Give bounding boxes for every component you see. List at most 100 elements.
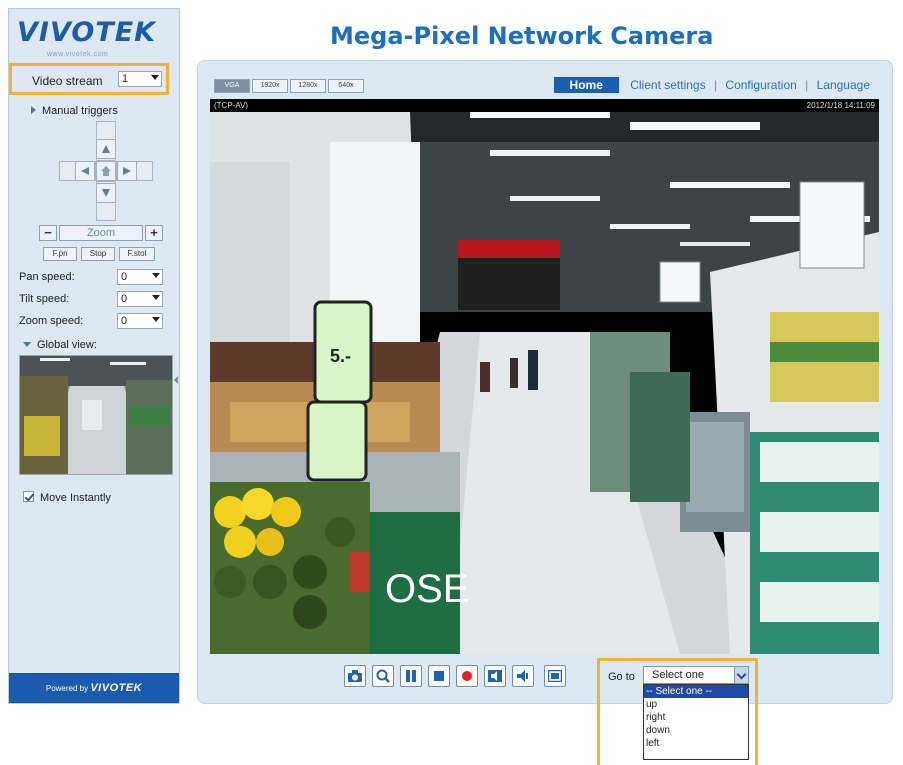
- record-icon: [462, 671, 472, 681]
- nav-configuration[interactable]: Configuration: [725, 78, 796, 92]
- zoom-label: Zoom: [59, 225, 143, 241]
- pan-left-button[interactable]: [75, 161, 95, 181]
- nav-home[interactable]: Home: [553, 77, 619, 93]
- powered-brand-logo: VIVOTEK: [90, 682, 143, 694]
- move-instantly-checkbox[interactable]: [23, 491, 34, 502]
- tilt-speed-value: 0: [121, 293, 128, 305]
- zoom-speed-select[interactable]: 0: [117, 313, 163, 329]
- snapshot-icon: [348, 670, 362, 682]
- mute-icon: [517, 670, 528, 682]
- svg-text:OSE: OSE: [385, 567, 469, 611]
- zoom-out-button[interactable]: −: [39, 225, 57, 241]
- global-view-toggle[interactable]: Global view:: [23, 339, 97, 351]
- camera-web-ui: VIVOTEK www.vivotek.com Video stream 1 M…: [0, 0, 903, 765]
- chevron-down-icon: [152, 273, 160, 278]
- video-stream-value: 1: [122, 73, 129, 85]
- zoom-control: − Zoom +: [39, 225, 165, 241]
- mute-button[interactable]: [512, 665, 534, 687]
- chevron-down-icon: [151, 75, 159, 80]
- nav-language[interactable]: Language: [817, 78, 870, 92]
- chevron-down-icon: [152, 317, 160, 322]
- pan-right-button[interactable]: [117, 161, 137, 181]
- volume-icon: [488, 670, 502, 682]
- goto-select-value: Select one: [652, 669, 704, 681]
- video-header: (TCP-AV) 2012/1/18 14:11:09: [210, 99, 879, 112]
- video-timestamp: 2012/1/18 14:11:09: [806, 101, 875, 110]
- zoom-speed-label: Zoom speed:: [19, 315, 84, 327]
- goto-options-list: -- Select one -- up right down left: [643, 684, 749, 760]
- video-stream-row: Video stream 1: [9, 63, 169, 95]
- sidebar-collapse-handle[interactable]: [174, 376, 178, 384]
- top-navigation: Home Client settings | Configuration | L…: [553, 77, 870, 93]
- goto-option[interactable]: -- Select one --: [644, 685, 748, 698]
- vivotek-logo: VIVOTEK www.vivotek.com: [17, 11, 177, 61]
- home-icon: [101, 166, 111, 176]
- chevron-down-icon[interactable]: [734, 667, 748, 683]
- video-stream-select[interactable]: 1: [118, 71, 162, 87]
- logo-url: www.vivotek.com: [47, 51, 109, 58]
- size-button-vga[interactable]: VGA: [214, 79, 250, 93]
- pan-down-button[interactable]: [96, 183, 116, 203]
- size-button-1920[interactable]: 1920x: [252, 79, 288, 93]
- expand-arrow-icon: [31, 106, 36, 114]
- stop-icon: [434, 671, 444, 681]
- move-instantly-label: Move Instantly: [40, 492, 111, 504]
- global-view-thumbnail[interactable]: [19, 355, 173, 475]
- goto-option[interactable]: down: [644, 724, 748, 737]
- focus-near-button[interactable]: F.pn: [43, 247, 77, 261]
- pan-speed-select[interactable]: 0: [117, 269, 163, 285]
- logo-brand: VIVOTEK: [17, 17, 157, 48]
- main-panel: VGA 1920x 1280x 640x Home Client setting…: [197, 60, 893, 704]
- pan-speed-label: Pan speed:: [19, 271, 75, 283]
- goto-option[interactable]: left: [644, 737, 748, 750]
- manual-triggers-label: Manual triggers: [42, 105, 118, 117]
- sidebar: VIVOTEK www.vivotek.com Video stream 1 M…: [8, 8, 180, 704]
- global-view-image: [20, 356, 172, 474]
- snapshot-button[interactable]: [344, 665, 366, 687]
- stream-mode: (TCP-AV): [214, 101, 249, 110]
- nav-client-settings[interactable]: Client settings: [630, 78, 705, 92]
- chevron-down-icon: [152, 295, 160, 300]
- goto-option[interactable]: up: [644, 698, 748, 711]
- fullscreen-button[interactable]: [544, 665, 566, 687]
- digital-zoom-button[interactable]: [372, 665, 394, 687]
- volume-button[interactable]: [484, 665, 506, 687]
- size-button-640[interactable]: 640x: [328, 79, 364, 93]
- nav-separator: |: [805, 78, 809, 92]
- digital-zoom-icon: [376, 669, 390, 683]
- powered-by-label: Powered by: [45, 684, 89, 693]
- zoom-speed-value: 0: [121, 315, 128, 327]
- collapse-arrow-icon: [23, 342, 31, 347]
- pause-button[interactable]: [400, 665, 422, 687]
- pause-icon: [406, 670, 416, 682]
- arrow-left-icon: [81, 167, 89, 175]
- manual-triggers-toggle[interactable]: Manual triggers: [31, 105, 118, 117]
- ptz-control-pad: [59, 121, 153, 221]
- arrow-up-icon: [102, 145, 110, 153]
- zoom-in-button[interactable]: +: [145, 225, 163, 241]
- home-position-button[interactable]: [96, 161, 116, 181]
- record-button[interactable]: [456, 665, 478, 687]
- page-title: Mega-Pixel Network Camera: [330, 22, 714, 50]
- pan-speed-value: 0: [121, 271, 128, 283]
- video-stream-label: Video stream: [32, 74, 103, 88]
- pan-up-button[interactable]: [96, 139, 116, 159]
- size-button-1280[interactable]: 1280x: [290, 79, 326, 93]
- stop-button[interactable]: [428, 665, 450, 687]
- focus-buttons: F.pn Stop F.stol: [43, 247, 169, 261]
- fullscreen-icon: [548, 670, 562, 682]
- tilt-speed-select[interactable]: 0: [117, 291, 163, 307]
- tilt-speed-label: Tilt speed:: [19, 293, 70, 305]
- focus-far-button[interactable]: F.stol: [119, 247, 155, 261]
- svg-text:5.-: 5.-: [330, 346, 351, 366]
- live-video-view[interactable]: (TCP-AV) 2012/1/18 14:11:09 OSE 5.-: [210, 99, 879, 654]
- goto-option[interactable]: right: [644, 711, 748, 724]
- focus-stop-button[interactable]: Stop: [81, 247, 115, 261]
- goto-preset-select[interactable]: Select one: [643, 666, 749, 684]
- nav-separator: |: [713, 78, 718, 92]
- arrow-right-icon: [123, 167, 131, 175]
- global-view-label: Global view:: [37, 339, 97, 351]
- camera-feed-image: OSE 5.-: [210, 112, 879, 654]
- move-instantly-option[interactable]: Move Instantly: [23, 491, 111, 504]
- powered-by-footer: Powered by VIVOTEK: [9, 673, 179, 703]
